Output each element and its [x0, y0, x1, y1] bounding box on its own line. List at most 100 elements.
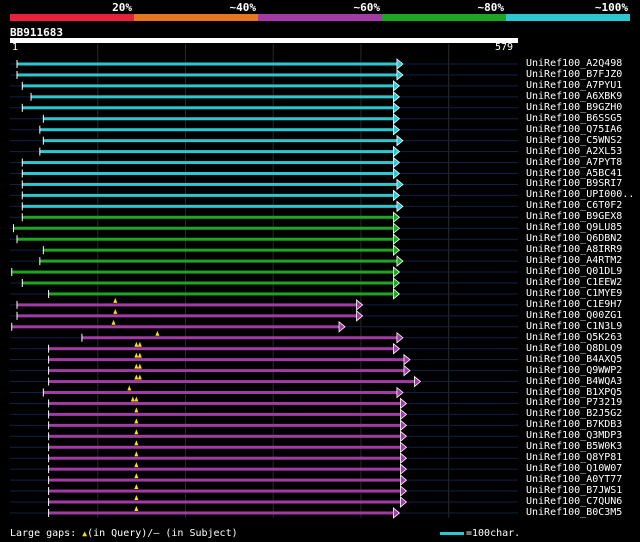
hit-row[interactable] [21, 101, 401, 114]
hit-row[interactable] [48, 484, 408, 497]
scale-swatch [440, 531, 464, 535]
hit-label[interactable]: UniRef100_C6T0F2 [526, 200, 622, 211]
hit-row[interactable] [21, 156, 401, 169]
hit-label[interactable]: UniRef100_C1EEW2 [526, 277, 622, 288]
hit-label[interactable]: UniRef100_B6SSG5 [526, 113, 622, 124]
hit-label[interactable]: UniRef100_B9GEX8 [526, 211, 622, 222]
hit-label[interactable]: UniRef100_B4WQA3 [526, 376, 622, 387]
hit-label[interactable]: UniRef100_A8IRR9 [526, 244, 622, 255]
hit-row[interactable] [48, 451, 408, 465]
hit-label[interactable]: UniRef100_A2Q498 [526, 58, 622, 69]
hit-row[interactable] [16, 308, 364, 322]
hit-end-arrow [356, 309, 364, 322]
hit-row[interactable] [16, 297, 364, 311]
hit-row[interactable] [42, 244, 401, 257]
hit-row[interactable] [48, 374, 422, 388]
hit-label[interactable]: UniRef100_B9GZH0 [526, 102, 622, 113]
hit-bar [22, 281, 394, 285]
hit-row[interactable] [48, 505, 401, 519]
hit-label[interactable]: UniRef100_Q01DL9 [526, 266, 622, 277]
hit-row[interactable] [48, 418, 408, 432]
hit-row[interactable] [16, 69, 404, 81]
hit-row[interactable] [48, 341, 401, 355]
hit-row[interactable] [39, 145, 401, 158]
hit-row[interactable] [48, 473, 408, 486]
hit-row[interactable] [30, 90, 401, 103]
hit-row[interactable] [48, 363, 411, 377]
hit-row[interactable] [48, 352, 411, 366]
hit-row[interactable] [16, 233, 401, 246]
query-gap-marker [155, 330, 160, 336]
hit-label[interactable]: UniRef100_Q9WWP2 [526, 365, 622, 376]
hit-row[interactable] [48, 288, 401, 300]
hit-label[interactable]: UniRef100_Q3MDP3 [526, 430, 622, 441]
hit-end-arrow [414, 375, 422, 388]
query-gap-marker [134, 396, 139, 402]
hit-label[interactable]: UniRef100_Q8DLQ9 [526, 343, 622, 354]
hit-label[interactable]: UniRef100_Q9LU85 [526, 222, 622, 233]
hit-end-arrow [400, 408, 408, 421]
hit-label[interactable]: UniRef100_A5BC41 [526, 168, 622, 179]
query-gap-marker [134, 363, 139, 369]
hit-row[interactable] [48, 462, 408, 476]
hit-end-arrow [393, 80, 401, 92]
hit-end-arrow [403, 364, 411, 377]
hit-label[interactable]: UniRef100_A0YT77 [526, 474, 622, 485]
hit-row[interactable] [48, 407, 408, 421]
hit-label[interactable]: UniRef100_B4AXQ5 [526, 354, 622, 365]
hit-label[interactable]: UniRef100_P73219 [526, 397, 622, 408]
hit-row[interactable] [39, 255, 404, 267]
hit-row[interactable] [48, 495, 408, 508]
hit-row[interactable] [42, 112, 401, 125]
hit-label[interactable]: UniRef100_Q6DBN2 [526, 233, 622, 244]
hit-row[interactable] [48, 429, 408, 443]
hit-label[interactable]: UniRef100_B5W0K3 [526, 441, 622, 452]
hit-end-arrow [393, 233, 401, 246]
hit-row[interactable] [11, 319, 346, 333]
hit-label[interactable]: UniRef100_B7FJZ0 [526, 69, 622, 80]
hit-label[interactable]: UniRef100_A2XL53 [526, 146, 622, 157]
hit-label[interactable]: UniRef100_C5WNS2 [526, 135, 622, 146]
hit-row[interactable] [21, 178, 404, 191]
hit-row[interactable] [21, 80, 401, 92]
hit-label[interactable]: UniRef100_A7PYT8 [526, 157, 622, 168]
query-gap-marker [134, 374, 139, 380]
hit-label[interactable]: UniRef100_B7JWS1 [526, 485, 622, 496]
hit-row[interactable] [13, 222, 401, 235]
hit-end-arrow [338, 320, 346, 333]
hit-label[interactable]: UniRef100_C1N3L9 [526, 321, 622, 332]
hit-bar [39, 128, 394, 132]
hit-label[interactable]: UniRef100_Q8YP81 [526, 452, 622, 463]
hit-row[interactable] [21, 200, 404, 213]
hit-row[interactable] [39, 123, 401, 136]
hit-label[interactable]: UniRef100_Q5K263 [526, 332, 622, 343]
hit-row[interactable] [21, 189, 401, 202]
hit-label[interactable]: UniRef100_B1XPQ5 [526, 387, 622, 398]
hit-label[interactable]: UniRef100_UPI000.. [526, 189, 634, 200]
hit-label[interactable]: UniRef100_Q00ZG1 [526, 310, 622, 321]
hit-row[interactable] [11, 266, 401, 278]
hit-label[interactable]: UniRef100_C1MYE9 [526, 288, 622, 299]
hit-row[interactable] [48, 440, 408, 454]
hit-row[interactable] [21, 211, 401, 224]
hit-row[interactable] [16, 58, 404, 70]
hit-label[interactable]: UniRef100_Q10W07 [526, 463, 622, 474]
hit-label[interactable]: UniRef100_A4RTM2 [526, 255, 622, 266]
hit-bar [48, 500, 401, 504]
hit-label[interactable]: UniRef100_B7KDB3 [526, 419, 622, 430]
hit-label[interactable]: UniRef100_B0C3M5 [526, 507, 622, 518]
hit-row[interactable] [81, 330, 404, 344]
hit-label[interactable]: UniRef100_Q75IA6 [526, 124, 622, 135]
hit-row[interactable] [48, 396, 408, 410]
hit-label[interactable]: UniRef100_B9SRI7 [526, 178, 622, 189]
hit-label[interactable]: UniRef100_C7QUN6 [526, 496, 622, 507]
hit-label[interactable]: UniRef100_A6XBK9 [526, 91, 622, 102]
hit-label[interactable]: UniRef100_C1E9H7 [526, 299, 622, 310]
hit-bar [48, 292, 394, 296]
hit-label[interactable]: UniRef100_B2J5G2 [526, 408, 622, 419]
hit-label[interactable]: UniRef100_A7PYU1 [526, 80, 622, 91]
hit-bar [43, 391, 397, 394]
hit-end-arrow [403, 353, 411, 366]
hit-row[interactable] [21, 277, 401, 289]
hit-row[interactable] [21, 167, 401, 180]
